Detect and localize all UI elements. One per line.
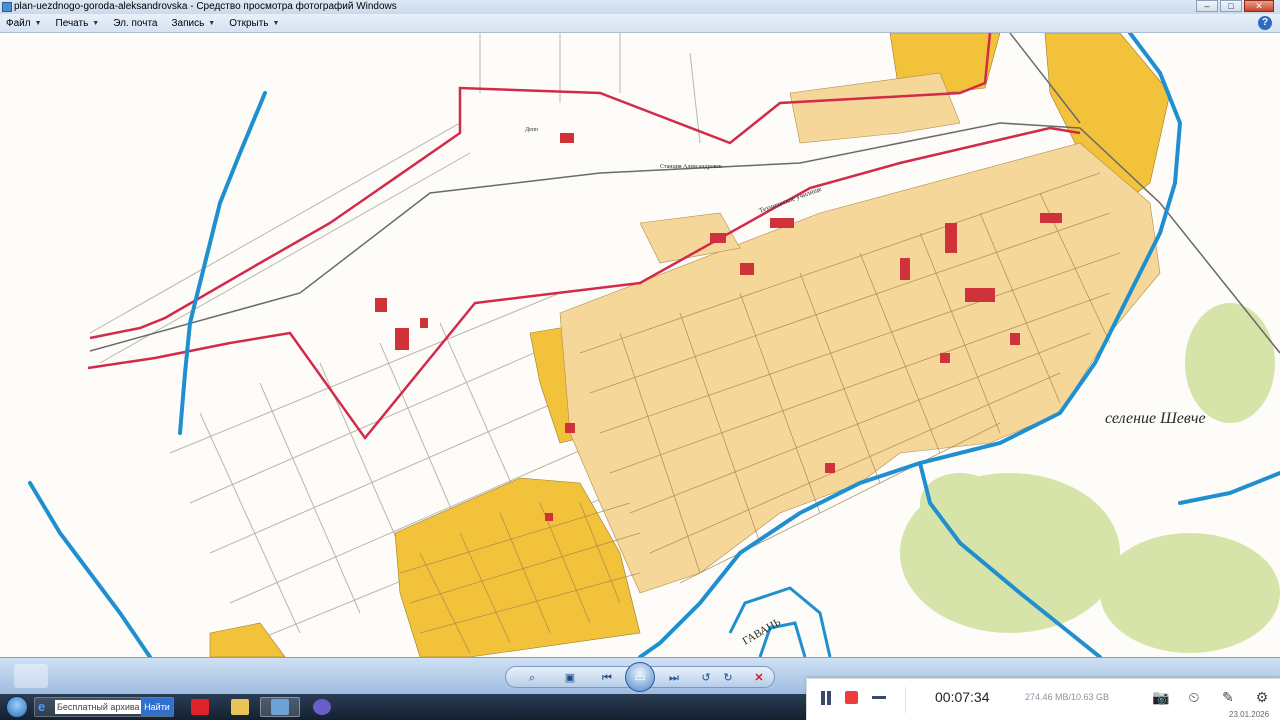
delete-icon[interactable]: ✕: [751, 670, 767, 686]
window-controls: – □ ✕: [1196, 0, 1274, 14]
image-viewport[interactable]: селение Шевче ГАВАНЬ Депо Техническое уч…: [0, 33, 1280, 657]
chevron-down-icon: ▼: [208, 19, 216, 27]
slideshow-button[interactable]: ▭: [625, 662, 655, 692]
menu-print-label: Печать: [55, 17, 89, 29]
menu-print[interactable]: Печать ▼: [56, 18, 100, 29]
menu-open-label: Открыть: [229, 17, 269, 29]
minimize-button[interactable]: –: [1196, 0, 1218, 12]
camera-icon[interactable]: 📷: [1152, 688, 1170, 706]
taskbar-recorder-app[interactable]: [302, 697, 342, 717]
actual-size-icon[interactable]: ▣: [562, 670, 578, 686]
stop-record-icon[interactable]: [845, 691, 858, 704]
window-titlebar: plan-uezdnogo-goroda-aleksandrovska - Ср…: [0, 0, 1280, 14]
window-title: plan-uezdnogo-goroda-aleksandrovska - Ср…: [14, 1, 397, 12]
minimize-recorder-icon[interactable]: [872, 696, 886, 699]
w-app-icon: [191, 699, 209, 715]
start-button[interactable]: [6, 696, 28, 718]
menu-email-label: Эл. почта: [113, 17, 158, 29]
taskbar-explorer[interactable]: [220, 697, 260, 717]
menu-burn-label: Запись: [171, 17, 205, 29]
folder-icon: [231, 699, 249, 715]
chevron-down-icon: ▼: [34, 19, 42, 27]
label-depo: Депо: [525, 127, 538, 133]
ie-go-button[interactable]: Найти: [141, 698, 173, 716]
recorder-app-icon: [313, 699, 331, 715]
menu-file-label: Файл: [6, 17, 31, 29]
chevron-down-icon: ▼: [92, 19, 100, 27]
previous-icon[interactable]: ⏮: [599, 670, 615, 686]
chevron-down-icon: ▼: [272, 19, 280, 27]
label-selenie: селение Шевче: [1105, 410, 1206, 427]
ie-icon: e: [38, 699, 46, 714]
zoom-icon[interactable]: ⌕: [524, 670, 540, 686]
city-plan-map: селение Шевче ГАВАНЬ Депо Техническое уч…: [0, 33, 1280, 657]
system-date: 23.01.2026: [1229, 710, 1270, 719]
gear-icon[interactable]: ⚙: [1253, 688, 1271, 706]
rotate-right-icon[interactable]: ↻: [720, 670, 736, 686]
recording-timer: 00:07:34: [935, 689, 990, 705]
photo-viewer-app-icon: [2, 2, 12, 12]
clock-icon[interactable]: ⏲: [1185, 688, 1203, 706]
ie-search-task[interactable]: e Бесплатный архива Найти: [34, 697, 174, 717]
divider: [905, 687, 906, 713]
menu-burn[interactable]: Запись ▼: [171, 18, 215, 29]
thumbnail-area: [14, 664, 48, 688]
viewer-controls-group: ⌕ ▣ ⏮ ▭ ⏭ ↺ ↻ ✕: [505, 662, 775, 692]
pause-icon[interactable]: [819, 691, 833, 705]
menu-bar: Файл ▼ Печать ▼ Эл. почта Запись ▼ Откры…: [0, 14, 1280, 33]
rotate-left-icon[interactable]: ↺: [698, 670, 714, 686]
menu-open[interactable]: Открыть ▼: [229, 18, 279, 29]
pen-icon[interactable]: ✎: [1219, 688, 1237, 706]
menu-file[interactable]: Файл ▼: [6, 18, 42, 29]
help-icon[interactable]: ?: [1258, 16, 1272, 30]
taskbar-photo-viewer[interactable]: [260, 697, 300, 717]
taskbar-app-w[interactable]: [180, 697, 220, 717]
screen-recorder-panel: 00:07:34 274.46 MB/10.63 GB 📷 ⏲ ✎ ⚙ 23.0…: [806, 678, 1280, 720]
close-button[interactable]: ✕: [1244, 0, 1274, 12]
next-icon[interactable]: ⏭: [666, 670, 682, 686]
recording-size: 274.46 MB/10.63 GB: [1025, 692, 1110, 702]
menu-email[interactable]: Эл. почта: [113, 18, 157, 29]
label-station: Станция Александровск: [660, 164, 722, 170]
maximize-button[interactable]: □: [1220, 0, 1242, 12]
photo-viewer-icon: [271, 699, 289, 715]
ie-search-field[interactable]: Бесплатный архива: [55, 700, 141, 714]
